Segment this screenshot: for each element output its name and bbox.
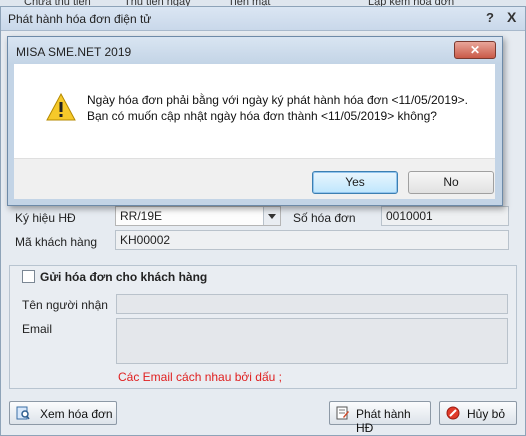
chevron-down-icon[interactable] (263, 207, 280, 225)
issue-invoice-label: Phát hành HĐ (356, 407, 411, 435)
message-line-2: Bạn có muốn cập nhật ngày hóa đơn thành … (87, 109, 437, 123)
email-label: Email (22, 322, 53, 336)
message-box-body: Ngày hóa đơn phải bằng với ngày ký phát … (14, 64, 495, 158)
message-box-close-button[interactable] (454, 41, 496, 59)
message-line-1: Ngày hóa đơn phải bằng với ngày ký phát … (87, 93, 469, 107)
recipient-label: Tên người nhận (22, 298, 108, 312)
issue-invoice-icon (336, 406, 349, 420)
customer-code-field[interactable]: KH00002 (115, 230, 509, 250)
dialog-title: Phát hành hóa đơn điện tử (8, 12, 152, 26)
email-hint: Các Email cách nhau bởi dấu ; (118, 370, 282, 384)
issue-invoice-button[interactable]: Phát hành HĐ (329, 401, 431, 435)
customer-code-value: KH00002 (120, 233, 171, 247)
recipient-input[interactable] (116, 294, 508, 314)
invoice-symbol-select[interactable]: RR/19E (115, 206, 281, 226)
warning-icon (46, 93, 76, 121)
invoice-symbol-value: RR/19E (120, 209, 163, 223)
view-invoice-button[interactable]: Xem hóa đơn (9, 401, 117, 425)
email-input[interactable] (116, 318, 508, 364)
confirm-message-box: MISA SME.NET 2019 Ngày hóa đơn phải bằng… (7, 36, 503, 206)
customer-code-label: Mã khách hàng (15, 235, 98, 249)
cancel-icon (446, 406, 460, 420)
cancel-button[interactable]: Hủy bỏ (439, 401, 517, 425)
invoice-number-field[interactable]: 0010001 (381, 206, 509, 226)
cancel-label: Hủy bỏ (467, 407, 506, 421)
no-button[interactable]: No (408, 171, 494, 194)
view-invoice-label: Xem hóa đơn (40, 407, 113, 421)
help-button[interactable]: ? (486, 10, 494, 25)
view-invoice-icon (16, 406, 30, 420)
invoice-symbol-label: Ký hiệu HĐ (15, 211, 76, 225)
dialog-title-bar: Phát hành hóa đơn điện tử ? X (1, 7, 525, 31)
send-to-customer-label: Gửi hóa đơn cho khách hàng (40, 270, 208, 284)
message-box-footer: Yes No (14, 158, 495, 199)
yes-button[interactable]: Yes (312, 171, 398, 194)
message-box-title: MISA SME.NET 2019 (16, 45, 132, 59)
dialog-close-button[interactable]: X (507, 9, 516, 25)
message-box-title-bar: MISA SME.NET 2019 (8, 37, 502, 64)
send-to-customer-group: Gửi hóa đơn cho khách hàng Tên người nhậ… (9, 265, 517, 389)
invoice-number-value: 0010001 (386, 209, 433, 223)
send-to-customer-checkbox[interactable] (22, 270, 35, 283)
invoice-number-label: Số hóa đơn (293, 211, 356, 225)
